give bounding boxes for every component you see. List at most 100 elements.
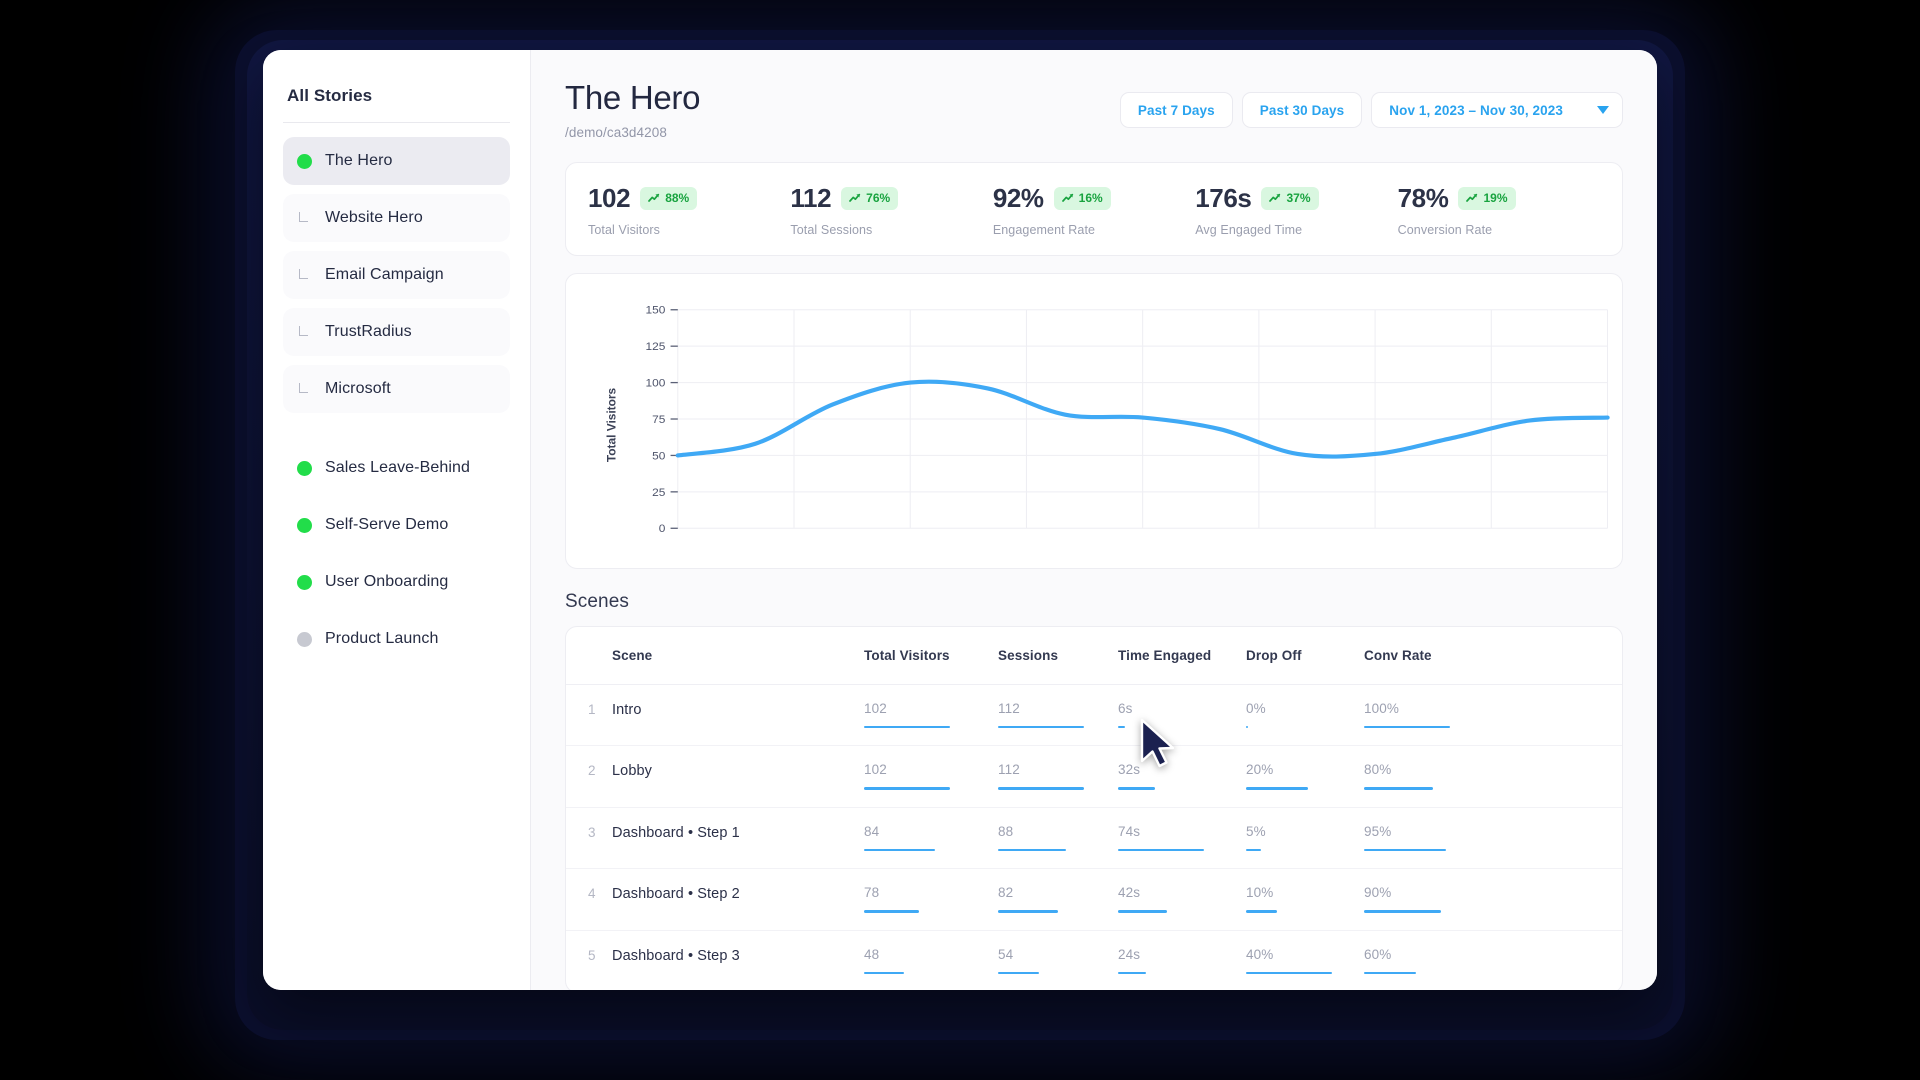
- metric-bar-track: [1118, 848, 1204, 852]
- chart-y-tick-label: 125: [646, 340, 666, 353]
- col-time-engaged[interactable]: Time Engaged: [1118, 626, 1246, 685]
- metric-value: 60%: [1364, 946, 1392, 962]
- metric-bar-track: [998, 787, 1084, 790]
- metric-bar-fill: [1246, 848, 1262, 852]
- cell-drop-off: 5%: [1246, 807, 1364, 870]
- cell-time-engaged: 6s: [1118, 684, 1246, 747]
- date-range-picker[interactable]: Nov 1, 2023 – Nov 30, 2023: [1371, 92, 1623, 128]
- col-drop-off[interactable]: Drop Off: [1246, 626, 1364, 685]
- metric-bar-track: [1364, 971, 1450, 975]
- col-conv-rate[interactable]: Conv Rate: [1364, 626, 1622, 685]
- sidebar-item-email-campaign[interactable]: Email Campaign: [283, 251, 510, 299]
- metric-value: 82: [998, 885, 1014, 901]
- scene-name: Lobby: [612, 763, 653, 780]
- col-scene[interactable]: Scene: [612, 626, 864, 685]
- cell-scene-name: Dashboard • Step 2: [612, 868, 864, 931]
- table-row[interactable]: 3 Dashboard • Step 1 84 88 74s 5% 95%: [566, 807, 1622, 870]
- sidebar-item-label: Website Hero: [325, 209, 423, 226]
- row-index: 3: [588, 824, 596, 840]
- kpi-label: Conversion Rate: [1397, 222, 1493, 237]
- metric-bar-fill: [998, 971, 1040, 975]
- cell-conv-rate: 95%: [1364, 807, 1622, 870]
- metric-bar-fill: [998, 848, 1066, 852]
- col-total-visitors[interactable]: Total Visitors: [864, 626, 998, 685]
- trend-up-icon: [1061, 194, 1073, 203]
- cell-index: 1: [566, 684, 612, 747]
- kpi-label: Total Sessions: [790, 222, 873, 237]
- metric-bar-fill: [1364, 725, 1450, 729]
- cell-time-engaged: 42s: [1118, 868, 1246, 931]
- kpi-delta-badge: 88%: [640, 186, 698, 210]
- metric-bar-fill: [1364, 787, 1433, 790]
- row-index: 5: [588, 947, 596, 963]
- sidebar-item-the-hero[interactable]: The Hero: [283, 137, 510, 185]
- metric-bar-fill: [1118, 725, 1125, 729]
- metric-bar-track: [1246, 787, 1332, 790]
- sidebar-item-self-serve-demo[interactable]: Self-Serve Demo: [283, 501, 510, 549]
- metric-bar-fill: [998, 910, 1059, 913]
- chevron-down-icon: [1597, 106, 1609, 114]
- metric-bar-track: [998, 910, 1084, 913]
- cell-sessions: 112: [998, 684, 1118, 747]
- chart-y-axis-label: Total Visitors: [604, 388, 618, 463]
- sidebar-item-website-hero[interactable]: Website Hero: [283, 194, 510, 242]
- cell-conv-rate: 80%: [1364, 745, 1622, 808]
- metric-bar-fill: [864, 787, 950, 790]
- green-dot-icon: [297, 460, 312, 476]
- metric-bar-track: [1364, 910, 1450, 913]
- metric-bar-track: [1364, 848, 1450, 852]
- sidebar-item-microsoft[interactable]: Microsoft: [283, 365, 510, 413]
- metric-value: 112: [998, 762, 1020, 778]
- cell-scene-name: Lobby: [612, 745, 864, 808]
- scene-name: Intro: [612, 701, 642, 718]
- metric-bar-track: [1364, 725, 1450, 729]
- col-sessions[interactable]: Sessions: [998, 626, 1118, 685]
- kpi-conversion-rate: 78% 19% Conversion Rate: [1398, 183, 1600, 237]
- main-content: The Hero /demo/ca3d4208 Past 7 Days Past…: [531, 50, 1657, 990]
- table-row[interactable]: 2 Lobby 102 112 32s 20% 80%: [566, 745, 1622, 808]
- past-30-days-button[interactable]: Past 30 Days: [1241, 92, 1363, 128]
- metric-bar-track: [998, 725, 1084, 729]
- trend-up-icon: [648, 194, 660, 203]
- metric-bar-track: [1118, 971, 1204, 975]
- page-title-block: The Hero /demo/ca3d4208: [565, 79, 700, 140]
- kpi-card: 102 88% Total Visitors 112 76% Total Ses…: [565, 161, 1623, 256]
- metric-bar-fill: [1364, 848, 1446, 852]
- chart-y-tick-label: 100: [646, 377, 666, 390]
- sidebar-item-user-onboarding[interactable]: User Onboarding: [283, 558, 510, 606]
- metric-value: 100%: [1364, 700, 1399, 716]
- chart-y-tick-label: 25: [652, 486, 665, 499]
- cell-total-visitors: 48: [864, 930, 998, 990]
- trend-up-icon: [1466, 194, 1478, 203]
- metric-bar-fill: [998, 787, 1084, 790]
- kpi-delta-badge: 19%: [1458, 186, 1516, 210]
- metric-bar-fill: [1118, 971, 1146, 975]
- metric-value: 88: [998, 823, 1014, 839]
- sidebar-item-product-launch[interactable]: Product Launch: [283, 615, 510, 663]
- sidebar-divider: [283, 122, 510, 123]
- table-row[interactable]: 1 Intro 102 112 6s 0% 100%: [566, 684, 1622, 747]
- scenes-table: Scene Total Visitors Sessions Time Engag…: [566, 626, 1622, 990]
- sidebar-item-trustradius[interactable]: TrustRadius: [283, 308, 510, 356]
- kpi-delta-badge: 16%: [1053, 186, 1111, 210]
- sidebar-item-sales-leave-behind[interactable]: Sales Leave-Behind: [283, 444, 510, 492]
- cell-time-engaged: 24s: [1118, 930, 1246, 990]
- table-row[interactable]: 4 Dashboard • Step 2 78 82 42s 10% 90%: [566, 868, 1622, 931]
- metric-bar-track: [1246, 910, 1332, 913]
- metric-value: 80%: [1364, 762, 1392, 778]
- metric-bar-track: [1246, 848, 1332, 852]
- cell-total-visitors: 102: [864, 684, 998, 747]
- metric-value: 112: [998, 700, 1020, 716]
- kpi-delta-value: 37%: [1286, 191, 1311, 206]
- scenes-table-body: 1 Intro 102 112 6s 0% 100% 2 Lobby 102 112 32s 20% 80…: [566, 684, 1622, 990]
- cell-sessions: 112: [998, 745, 1118, 808]
- metric-bar-track: [1118, 910, 1204, 913]
- metric-bar-track: [998, 848, 1084, 852]
- cell-drop-off: 20%: [1246, 745, 1364, 808]
- kpi-delta-value: 19%: [1483, 191, 1508, 206]
- metric-bar-fill: [864, 725, 950, 729]
- metric-value: 0%: [1246, 700, 1266, 716]
- table-row[interactable]: 5 Dashboard • Step 3 48 54 24s 40% 60%: [566, 930, 1622, 990]
- past-7-days-button[interactable]: Past 7 Days: [1119, 92, 1233, 128]
- metric-bar-track: [1246, 725, 1332, 729]
